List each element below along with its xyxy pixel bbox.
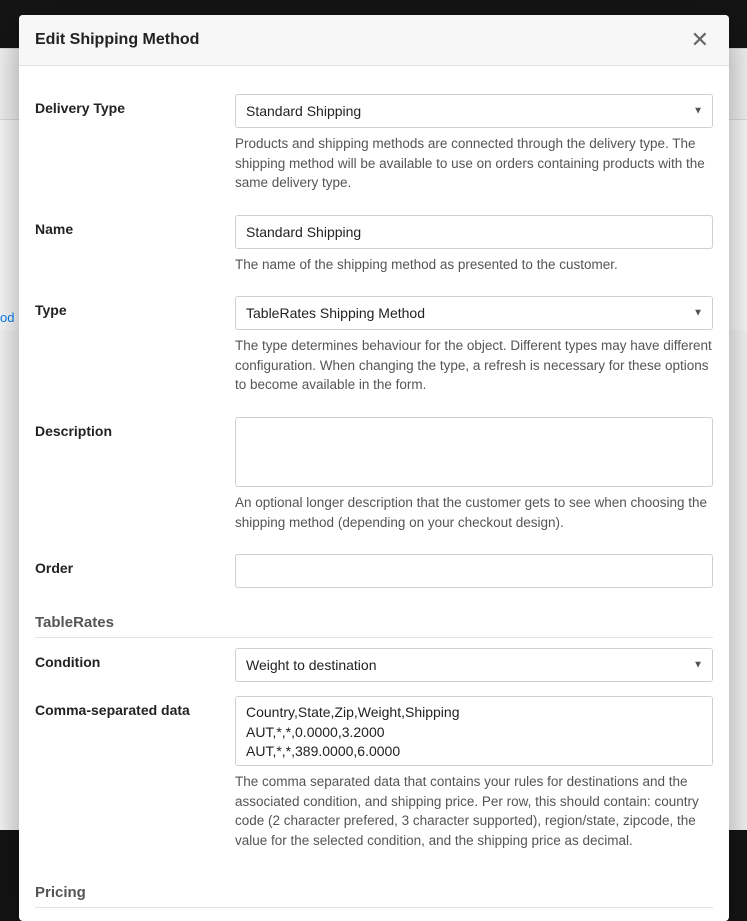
order-input[interactable] xyxy=(235,554,713,588)
type-label: Type xyxy=(35,296,235,318)
condition-label: Condition xyxy=(35,648,235,670)
modal-header: Edit Shipping Method ✕ xyxy=(19,15,729,66)
close-icon: ✕ xyxy=(691,27,709,52)
modal-body[interactable]: Delivery Type Standard Shipping ▼ Produc… xyxy=(19,66,729,921)
delivery-type-label: Delivery Type xyxy=(35,94,235,116)
description-textarea[interactable] xyxy=(235,417,713,487)
name-input[interactable] xyxy=(235,215,713,249)
csv-help: The comma separated data that contains y… xyxy=(235,772,713,850)
tablerates-section-title: TableRates xyxy=(35,614,713,638)
description-label: Description xyxy=(35,417,235,439)
csv-textarea[interactable] xyxy=(235,696,713,766)
delivery-type-select[interactable]: Standard Shipping xyxy=(235,94,713,128)
order-label: Order xyxy=(35,554,235,576)
modal-title: Edit Shipping Method xyxy=(35,31,199,49)
pricing-section-title: Pricing xyxy=(35,884,713,908)
description-help: An optional longer description that the … xyxy=(235,493,713,532)
close-button[interactable]: ✕ xyxy=(687,27,713,53)
type-select[interactable]: TableRates Shipping Method xyxy=(235,296,713,330)
condition-select[interactable]: Weight to destination xyxy=(235,648,713,682)
edit-shipping-method-modal: Edit Shipping Method ✕ Delivery Type Sta… xyxy=(19,15,729,921)
delivery-type-help: Products and shipping methods are connec… xyxy=(235,134,713,193)
name-help: The name of the shipping method as prese… xyxy=(235,255,713,275)
csv-label: Comma-separated data xyxy=(35,696,235,718)
type-help: The type determines behaviour for the ob… xyxy=(235,336,713,395)
name-label: Name xyxy=(35,215,235,237)
